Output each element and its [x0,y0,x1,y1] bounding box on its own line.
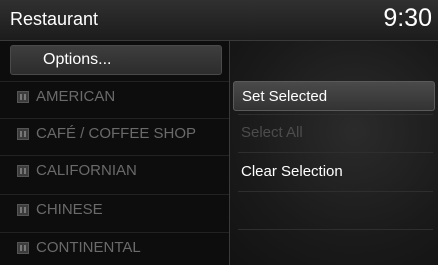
list-item-label: AMERICAN [36,88,116,105]
restaurant-icon [17,165,29,177]
options-menu: Set Selected Select All Clear Selection [229,41,438,265]
list-item-label: CALIFORNIAN [36,162,137,179]
set-selected-button[interactable]: Set Selected [233,81,435,111]
list-item-continental[interactable]: CONTINENTAL [0,232,229,263]
header-bar: Restaurant 9:30 [0,0,438,41]
restaurant-icon [17,128,29,140]
menu-divider [238,191,433,192]
menu-divider [238,152,433,153]
select-all-button[interactable]: Select All [233,118,435,148]
list-item-label: CAFÉ / COFFEE SHOP [36,125,197,142]
page-title: Restaurant [10,9,99,29]
restaurant-icon [17,204,29,216]
list-item-label: CONTINENTAL [36,239,141,256]
options-button[interactable]: Options... [10,45,222,75]
list-item-chinese[interactable]: CHINESE [0,194,229,225]
menu-divider [238,229,433,230]
list-item-american[interactable]: AMERICAN [0,81,229,112]
select-all-label: Select All [241,124,303,141]
restaurant-icon [17,242,29,254]
menu-divider [238,114,433,115]
navigation-screen: Restaurant 9:30 Options... AMERICAN CAFÉ… [0,0,438,265]
clear-selection-label: Clear Selection [241,163,343,180]
clear-selection-button[interactable]: Clear Selection [233,157,435,187]
list-item-californian[interactable]: CALIFORNIAN [0,155,229,186]
clock: 9:30 [383,4,432,32]
restaurant-icon [17,91,29,103]
category-list: Options... AMERICAN CAFÉ / COFFEE SHOP C… [0,41,229,265]
list-item-cafe-coffee-shop[interactable]: CAFÉ / COFFEE SHOP [0,118,229,149]
options-label: Options... [43,51,112,68]
list-item-label: CHINESE [36,201,103,218]
set-selected-label: Set Selected [242,88,328,105]
